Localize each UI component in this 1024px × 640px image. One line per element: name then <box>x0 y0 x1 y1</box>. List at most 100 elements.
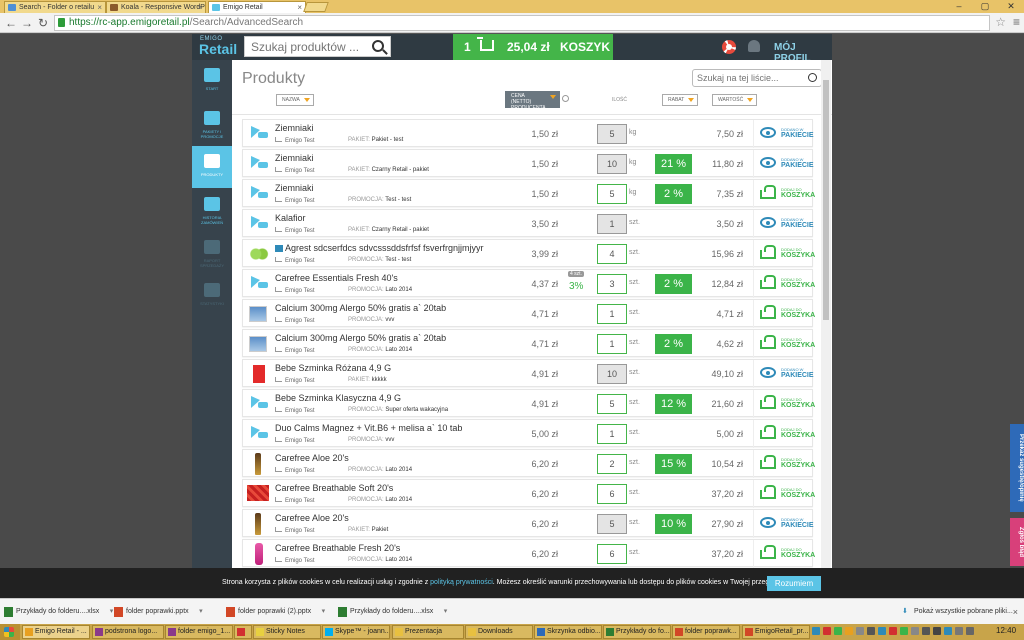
taskbar-item[interactable]: Prezentacja <box>392 625 464 639</box>
add-to-cart-button[interactable]: DODAJ DO KOSZYKA <box>753 270 815 298</box>
product-name[interactable]: Carefree Breathable Fresh 20's <box>275 543 400 553</box>
add-to-cart-button[interactable]: DODAJ DO KOSZYKA <box>753 420 815 448</box>
product-name[interactable]: Ziemniaki <box>275 153 314 163</box>
tray-icon[interactable] <box>944 627 952 635</box>
product-thumbnail[interactable] <box>253 365 265 383</box>
tray-icon[interactable] <box>889 627 897 635</box>
product-thumbnail[interactable] <box>255 453 261 475</box>
add-to-cart-button[interactable]: DODAJ DO KOSZYKA <box>753 450 815 478</box>
in-package-button[interactable]: DODANO W PAKIECIE <box>753 120 814 148</box>
in-package-button[interactable]: DODANO W PAKIECIE <box>753 150 814 178</box>
page-scrollbar[interactable] <box>821 60 831 598</box>
add-to-cart-button[interactable]: DODAJ DO KOSZYKA <box>753 300 815 328</box>
add-to-cart-button[interactable]: DODAJ DO KOSZYKA <box>753 330 815 358</box>
product-thumbnail[interactable] <box>251 276 268 288</box>
quantity-input[interactable]: 3 <box>597 274 627 294</box>
sidebar-item[interactable]: PRODUKTY <box>192 146 232 188</box>
quantity-input[interactable]: 1 <box>597 424 627 444</box>
sort-value-button[interactable]: WARTOŚĆ <box>712 94 758 106</box>
start-button[interactable] <box>0 624 20 640</box>
quantity-input[interactable]: 6 <box>597 544 627 564</box>
download-menu-icon[interactable]: ▾ <box>444 604 448 620</box>
tray-icon[interactable] <box>856 627 864 635</box>
product-name[interactable]: Bebe Szminka Klasyczna 4,9 G <box>275 393 401 403</box>
bookmark-star-icon[interactable]: ☆ <box>995 15 1006 29</box>
close-tab-icon[interactable]: × <box>197 2 202 13</box>
search-icon[interactable] <box>808 73 817 82</box>
help-lifebuoy-icon[interactable] <box>722 40 736 54</box>
forward-icon[interactable]: → <box>20 16 34 30</box>
product-thumbnail[interactable] <box>251 126 268 138</box>
close-downloads-icon[interactable]: × <box>1013 604 1018 620</box>
product-name[interactable]: Carefree Essentials Fresh 40's <box>275 273 398 283</box>
taskbar-item[interactable]: Skype™ - joann... <box>322 625 390 639</box>
maximize-icon[interactable]: ▢ <box>972 0 998 12</box>
sort-price-button[interactable]: CENA (NETTO) PRODUCENTA <box>505 91 560 111</box>
browser-tab[interactable]: Search - Folder o retailu × <box>4 1 106 13</box>
info-icon[interactable] <box>562 95 569 102</box>
product-thumbnail[interactable] <box>251 216 268 228</box>
quantity-input[interactable]: 4 <box>597 244 627 264</box>
scrollbar-thumb[interactable] <box>823 80 829 320</box>
product-name[interactable]: Carefree Aloe 20's <box>275 513 349 523</box>
taskbar-item[interactable]: Downloads <box>465 625 533 639</box>
sidebar-item[interactable]: START <box>192 60 232 102</box>
quantity-input[interactable]: 5 <box>597 184 627 204</box>
product-thumbnail[interactable] <box>255 543 263 565</box>
product-name[interactable]: Duo Calms Magnez + Vit.B6 + melisa a` 10… <box>275 423 462 433</box>
taskbar-item[interactable]: folder emigo_1... <box>165 625 233 639</box>
product-thumbnail[interactable] <box>247 485 269 501</box>
browser-tab-active[interactable]: Emigo Retail × <box>208 1 306 13</box>
quantity-input[interactable]: 6 <box>597 484 627 504</box>
product-thumbnail[interactable] <box>255 513 261 535</box>
product-name[interactable]: Calcium 300mg Alergo 50% gratis a` 20tab <box>275 333 446 343</box>
product-name[interactable]: Ziemniaki <box>275 183 314 193</box>
in-package-button[interactable]: DODANO W PAKIECIE <box>753 360 814 388</box>
tray-icon[interactable] <box>878 627 886 635</box>
taskbar-item[interactable]: Skrzynka odbio... <box>534 625 602 639</box>
tray-icon[interactable] <box>900 627 908 635</box>
sort-name-button[interactable]: NAZWA <box>276 94 314 106</box>
add-to-cart-button[interactable]: DODAJ DO KOSZYKA <box>753 540 815 568</box>
new-tab-button[interactable] <box>303 2 329 12</box>
notifications-bell-icon[interactable] <box>748 40 760 52</box>
download-menu-icon[interactable]: ▾ <box>199 604 203 620</box>
taskbar-item[interactable]: podstrona logo... <box>92 625 164 639</box>
product-thumbnail[interactable] <box>247 244 269 264</box>
sidebar-item[interactable]: RAPORT SPRZEDAŻY <box>192 232 232 274</box>
quantity-input[interactable]: 1 <box>597 304 627 324</box>
cookie-accept-button[interactable]: Rozumiem <box>767 576 821 591</box>
sidebar-item[interactable]: PAKIETY I PROMOCJE <box>192 103 232 145</box>
product-name[interactable]: Ziemniaki <box>275 123 314 133</box>
back-icon[interactable]: ← <box>4 16 18 30</box>
show-all-downloads-link[interactable]: Pokaż wszystkie pobrane pliki... <box>902 604 1013 620</box>
close-window-icon[interactable]: ✕ <box>998 0 1024 12</box>
in-package-button[interactable]: DODANO W PAKIECIE <box>753 210 814 238</box>
product-name[interactable]: Kalafior <box>275 213 306 223</box>
product-thumbnail[interactable] <box>251 426 268 438</box>
download-item[interactable]: folder poprawki.pptx ▾ <box>112 604 203 620</box>
taskbar-item[interactable]: folder poprawk... <box>672 625 740 639</box>
taskbar-item[interactable]: Sticky Notes <box>253 625 321 639</box>
feedback-side-tab[interactable]: Przekaż sugestię/opinię <box>1010 424 1024 512</box>
in-package-button[interactable]: DODANO W PAKIECIE <box>753 510 814 538</box>
reload-icon[interactable]: ↻ <box>36 16 50 30</box>
product-thumbnail[interactable] <box>251 396 268 408</box>
url-field[interactable]: https://rc-app.emigoretail.pl/Search/Adv… <box>54 15 990 31</box>
sort-discount-button[interactable]: RABAT <box>662 94 699 106</box>
quantity-input[interactable]: 2 <box>597 454 627 474</box>
sidebar-item[interactable]: STATYSTYKI <box>192 275 232 317</box>
product-thumbnail[interactable] <box>251 186 268 198</box>
download-item[interactable]: Przykłady do folderu....xlsx ▾ <box>2 604 113 620</box>
download-item[interactable]: folder poprawki (2).pptx ▾ <box>224 604 325 620</box>
product-name[interactable]: Calcium 300mg Alergo 50% gratis a` 20tab <box>275 303 446 313</box>
add-to-cart-button[interactable]: DODAJ DO KOSZYKA <box>753 180 815 208</box>
product-name[interactable]: Carefree Aloe 20's <box>275 453 349 463</box>
tray-icon[interactable] <box>966 627 974 635</box>
sidebar-item[interactable]: HISTORIA ZAMÓWIEŃ <box>192 189 232 231</box>
add-to-cart-button[interactable]: DODAJ DO KOSZYKA <box>753 390 815 418</box>
taskbar-item[interactable] <box>234 625 252 639</box>
browser-menu-icon[interactable]: ≡ <box>1013 16 1020 28</box>
search-icon[interactable] <box>372 40 384 52</box>
add-to-cart-button[interactable]: DODAJ DO KOSZYKA <box>753 480 815 508</box>
